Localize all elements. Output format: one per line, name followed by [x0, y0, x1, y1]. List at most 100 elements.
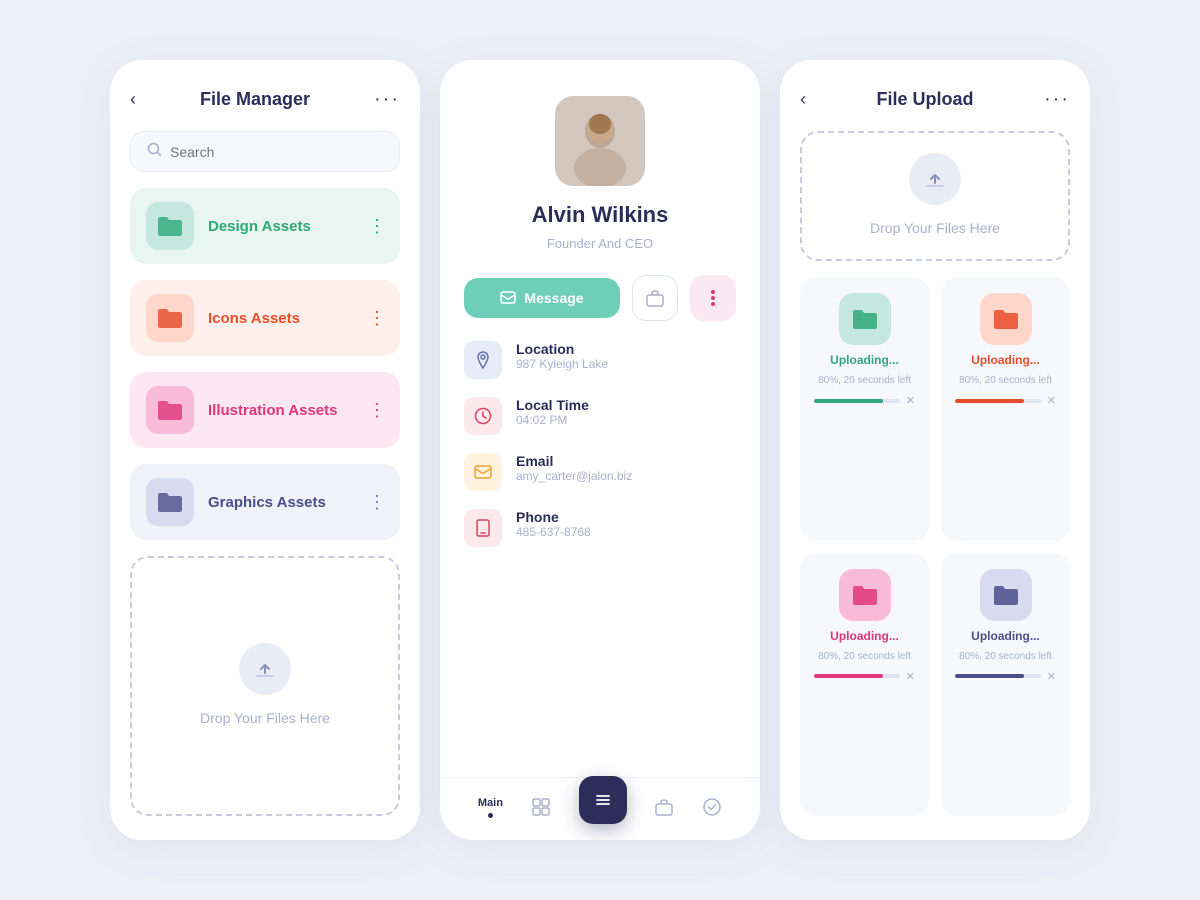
upload-progress-fill-4 [955, 674, 1024, 678]
location-label: Location [516, 341, 608, 357]
nav-grid[interactable] [531, 797, 551, 817]
upload-progress-row-3: ✕ [814, 670, 915, 683]
info-phone: Phone 485-637-8768 [464, 509, 736, 547]
upload-drop-label: Drop Your Files Here [870, 217, 1000, 239]
options-button[interactable] [690, 275, 736, 321]
time-value: 04:02 PM [516, 413, 589, 427]
clock-icon [464, 397, 502, 435]
upload-progress-fill-2 [955, 399, 1024, 403]
upload-detail-3: 80%, 20 seconds left [818, 651, 911, 662]
profile-nav: Main [440, 777, 760, 824]
profile-top: Alvin Wilkins Founder And CEO [440, 60, 760, 275]
folder-graphics-icon-wrap [146, 478, 194, 526]
folder-icons-label: Icons Assets [208, 310, 300, 327]
upload-icon [239, 643, 291, 695]
upload-icon-1 [839, 293, 891, 345]
folder-icons-more[interactable]: ⋮ [368, 308, 386, 329]
back-button[interactable]: ‹ [130, 89, 136, 110]
upload-status-3: Uploading... [830, 629, 899, 643]
profile-panel: Alvin Wilkins Founder And CEO Message [440, 60, 760, 840]
nav-main-dot [488, 813, 493, 818]
folder-graphics-more[interactable]: ⋮ [368, 492, 386, 513]
profile-info: Location 987 Kyleigh Lake Local Time 04:… [440, 341, 760, 777]
nav-check[interactable] [702, 797, 722, 817]
upload-cancel-4[interactable]: ✕ [1047, 670, 1056, 683]
file-manager-panel: ‹ File Manager ··· Design Assets ⋮ Icons [110, 60, 420, 840]
folder-graphics[interactable]: Graphics Assets ⋮ [130, 464, 400, 540]
info-email: Email amy_carter@jalon.biz [464, 453, 736, 491]
upload-item-3: Uploading... 80%, 20 seconds left ✕ [800, 553, 929, 817]
folder-design-more[interactable]: ⋮ [368, 216, 386, 237]
folder-design-label: Design Assets [208, 218, 311, 235]
upload-progress-fill-3 [814, 674, 883, 678]
upload-icon-2 [980, 293, 1032, 345]
upload-progress-bar-1 [814, 399, 900, 403]
profile-actions: Message [440, 275, 760, 341]
nav-briefcase[interactable] [654, 797, 674, 817]
folder-design[interactable]: Design Assets ⋮ [130, 188, 400, 264]
upload-drop-zone[interactable]: Drop Your Files Here [800, 131, 1070, 261]
folder-illustration[interactable]: Illustration Assets ⋮ [130, 372, 400, 448]
upload-progress-row-1: ✕ [814, 394, 915, 407]
upload-progress-row-2: ✕ [955, 394, 1056, 407]
nav-list-active[interactable] [579, 790, 627, 824]
fileupload-header: ‹ File Upload ··· [800, 88, 1070, 111]
upload-cancel-1[interactable]: ✕ [906, 394, 915, 407]
profile-role: Founder And CEO [547, 236, 653, 251]
upload-status-4: Uploading... [971, 629, 1040, 643]
upload-cancel-3[interactable]: ✕ [906, 670, 915, 683]
upload-detail-2: 80%, 20 seconds left [959, 375, 1052, 386]
phone-value: 485-637-8768 [516, 525, 591, 539]
check-circle-icon [702, 797, 722, 817]
list-icon [593, 790, 613, 810]
upload-item-2: Uploading... 80%, 20 seconds left ✕ [941, 277, 1070, 541]
upload-progress-bar-3 [814, 674, 900, 678]
folder-illustration-label: Illustration Assets [208, 402, 337, 419]
fileupload-title: File Upload [877, 89, 974, 110]
info-time: Local Time 04:02 PM [464, 397, 736, 435]
search-bar[interactable] [130, 131, 400, 172]
more-menu-button[interactable]: ··· [374, 88, 400, 111]
email-icon [464, 453, 502, 491]
location-value: 987 Kyleigh Lake [516, 357, 608, 371]
folder-icons[interactable]: Icons Assets ⋮ [130, 280, 400, 356]
upload-grid: Uploading... 80%, 20 seconds left ✕ Uplo… [800, 277, 1070, 816]
message-label: Message [524, 290, 583, 306]
folder-icons-icon-wrap [146, 294, 194, 342]
folder-illustration-icon-wrap [146, 386, 194, 434]
folder-illustration-more[interactable]: ⋮ [368, 400, 386, 421]
folder-design-icon-wrap [146, 202, 194, 250]
info-location: Location 987 Kyleigh Lake [464, 341, 736, 379]
upload-status-2: Uploading... [971, 353, 1040, 367]
dots-vertical-icon [711, 290, 715, 306]
phone-label: Phone [516, 509, 591, 525]
profile-avatar [555, 96, 645, 186]
grid-icon [531, 797, 551, 817]
upload-status-1: Uploading... [830, 353, 899, 367]
drop-zone-label: Drop Your Files Here [200, 707, 330, 729]
time-label: Local Time [516, 397, 589, 413]
folder-graphics-label: Graphics Assets [208, 494, 326, 511]
phone-icon [464, 509, 502, 547]
upload-item-4: Uploading... 80%, 20 seconds left ✕ [941, 553, 1070, 817]
nav-main-label: Main [478, 797, 503, 809]
search-icon [147, 142, 162, 161]
message-button[interactable]: Message [464, 278, 620, 318]
email-label: Email [516, 453, 632, 469]
drop-zone[interactable]: Drop Your Files Here [130, 556, 400, 816]
profile-name: Alvin Wilkins [532, 202, 669, 228]
nav-main[interactable]: Main [478, 797, 503, 818]
filemanager-title: File Manager [200, 89, 310, 110]
upload-back-button[interactable]: ‹ [800, 89, 806, 110]
upload-detail-4: 80%, 20 seconds left [959, 651, 1052, 662]
briefcase-button[interactable] [632, 275, 678, 321]
upload-cancel-2[interactable]: ✕ [1047, 394, 1056, 407]
upload-item-1: Uploading... 80%, 20 seconds left ✕ [800, 277, 929, 541]
search-input[interactable] [170, 144, 383, 160]
file-upload-panel: ‹ File Upload ··· Drop Your Files Here U… [780, 60, 1090, 840]
upload-detail-1: 80%, 20 seconds left [818, 375, 911, 386]
upload-more-button[interactable]: ··· [1044, 88, 1070, 111]
filemanager-header: ‹ File Manager ··· [130, 88, 400, 111]
upload-progress-row-4: ✕ [955, 670, 1056, 683]
location-icon [464, 341, 502, 379]
